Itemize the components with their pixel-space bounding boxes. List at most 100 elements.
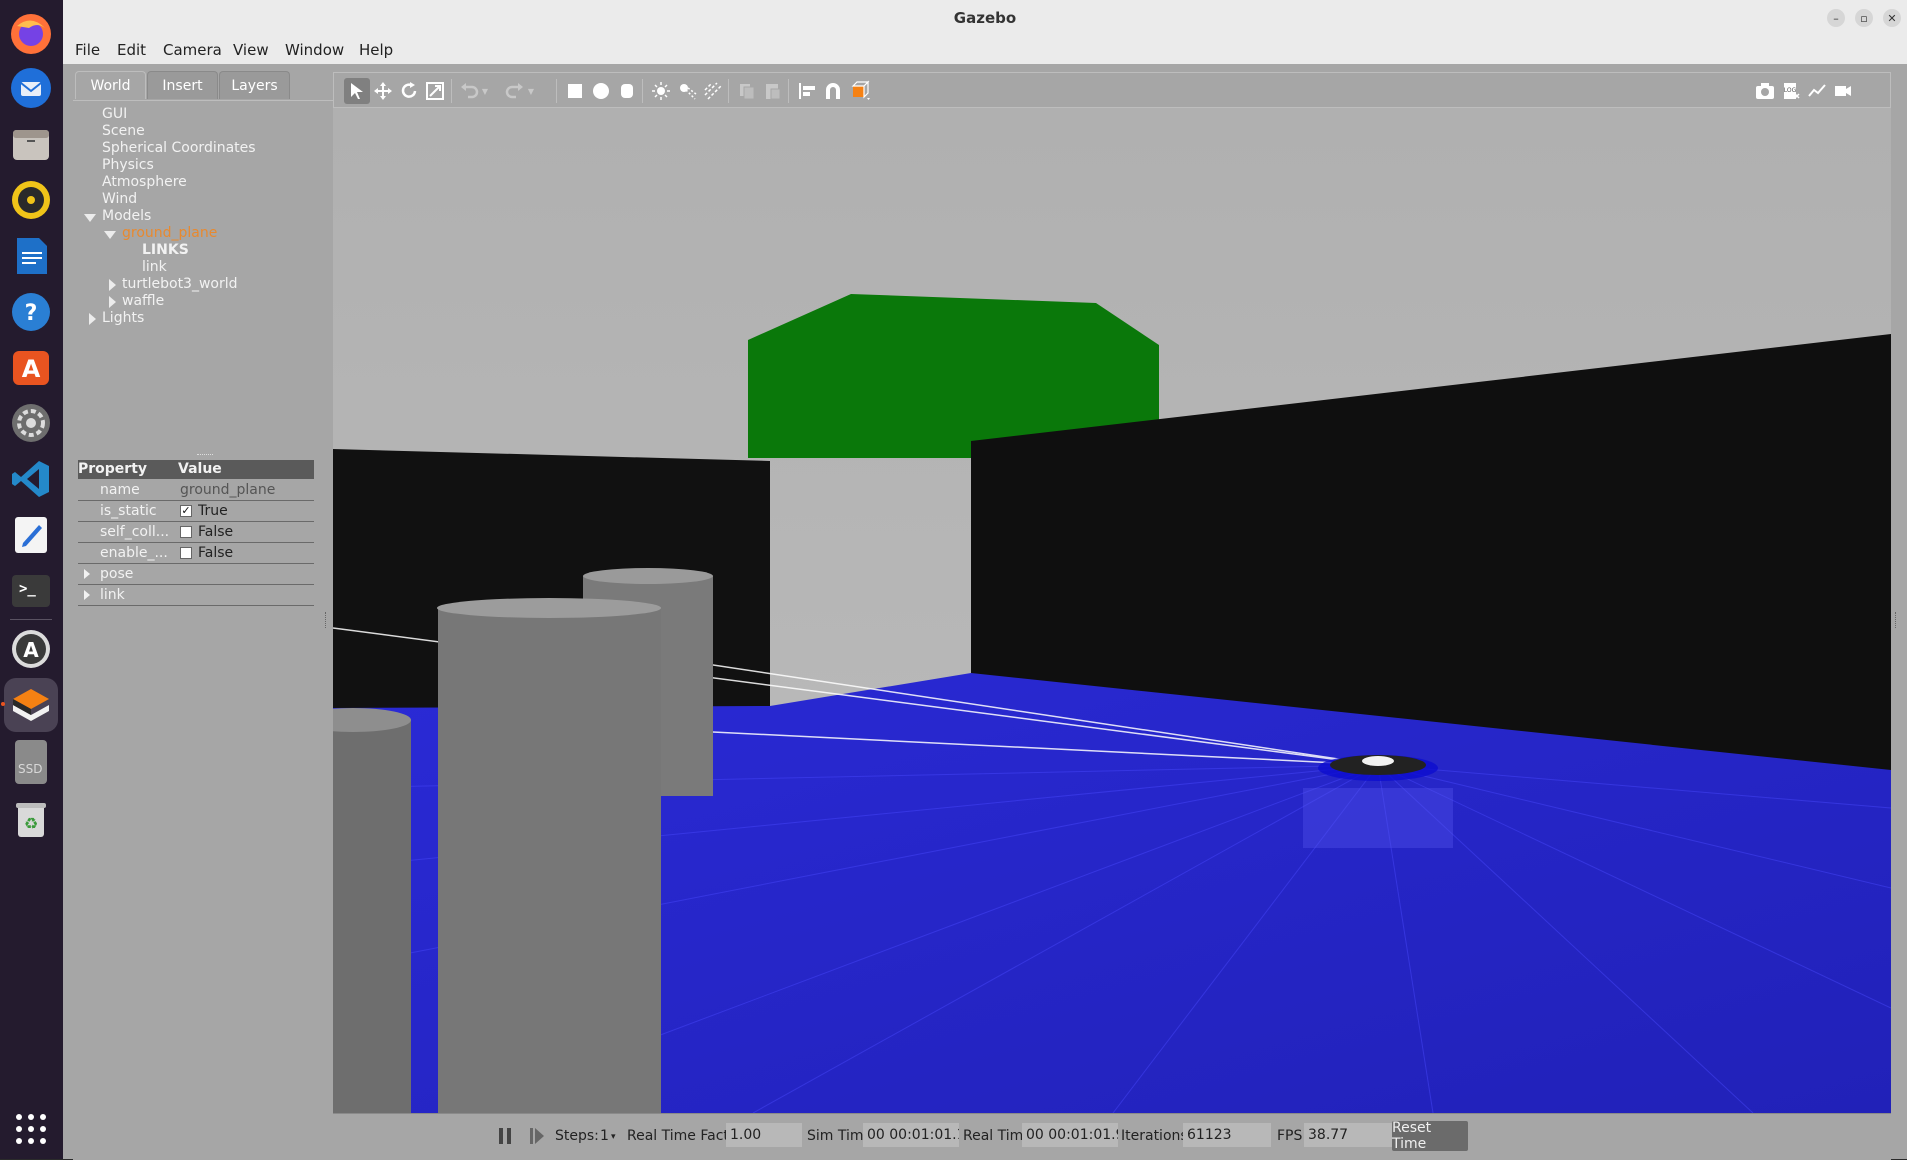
- files-icon[interactable]: [7, 120, 55, 168]
- splitter-handle[interactable]: [197, 454, 213, 457]
- menu-window[interactable]: Window: [285, 41, 344, 59]
- tree-item-turtlebot3-world[interactable]: turtlebot3_world: [122, 276, 238, 292]
- log-button[interactable]: LOG: [1778, 78, 1804, 104]
- menu-file[interactable]: File: [75, 41, 100, 59]
- text-editor-icon[interactable]: [7, 511, 55, 559]
- expand-waffle-icon[interactable]: [109, 296, 116, 308]
- tree-item-physics[interactable]: Physics: [102, 157, 154, 173]
- property-row[interactable]: self_coll... False: [78, 523, 314, 543]
- property-column-header: Property: [78, 461, 148, 477]
- expand-pose-icon[interactable]: [84, 569, 90, 579]
- insert-sphere-button[interactable]: [588, 78, 614, 104]
- screenshot-button[interactable]: [1752, 78, 1778, 104]
- undo-history-dropdown[interactable]: ▼: [478, 78, 492, 104]
- tree-item-lights[interactable]: Lights: [102, 310, 144, 326]
- change-view-button[interactable]: [848, 78, 874, 104]
- expand-turtlebot3-world-icon[interactable]: [109, 279, 116, 291]
- svg-text:A: A: [23, 638, 39, 662]
- scale-mode-button[interactable]: [422, 78, 448, 104]
- trash-icon[interactable]: ♻: [7, 795, 55, 843]
- tab-insert[interactable]: Insert: [147, 71, 218, 99]
- spot-light-button[interactable]: [674, 78, 700, 104]
- expand-lights-icon[interactable]: [89, 313, 96, 325]
- property-row[interactable]: is_static ✓ True: [78, 502, 314, 522]
- expand-ground-plane-icon[interactable]: [104, 231, 116, 239]
- plot-button[interactable]: [1804, 78, 1830, 104]
- writer-icon[interactable]: [7, 232, 55, 280]
- menu-help[interactable]: Help: [359, 41, 393, 59]
- tree-item-link[interactable]: link: [142, 259, 167, 275]
- align-button[interactable]: [794, 78, 820, 104]
- minimize-button[interactable]: –: [1827, 9, 1845, 27]
- steps-value[interactable]: 1: [600, 1128, 609, 1144]
- panel-splitter[interactable]: [325, 612, 328, 628]
- property-group-link[interactable]: link: [78, 586, 314, 606]
- reset-time-button[interactable]: Reset Time: [1392, 1120, 1468, 1152]
- property-value: True: [198, 503, 228, 519]
- help-icon[interactable]: ?: [7, 288, 55, 336]
- insert-cylinder-button[interactable]: [614, 78, 640, 104]
- 3d-viewport[interactable]: [333, 108, 1891, 1113]
- redo-history-dropdown[interactable]: ▼: [524, 78, 538, 104]
- tree-item-wind[interactable]: Wind: [102, 191, 137, 207]
- ssd-drive-icon[interactable]: SSD: [7, 738, 55, 786]
- tab-world[interactable]: World: [75, 71, 146, 99]
- iterations-label: Iterations:: [1121, 1128, 1193, 1144]
- thunderbird-icon[interactable]: [7, 64, 55, 112]
- vscode-icon[interactable]: [7, 455, 55, 503]
- self-collide-checkbox[interactable]: [180, 526, 192, 538]
- enable-wind-checkbox[interactable]: [180, 547, 192, 559]
- expand-link-icon[interactable]: [84, 590, 90, 600]
- menu-camera[interactable]: Camera: [163, 41, 222, 59]
- select-mode-button[interactable]: [344, 78, 370, 104]
- close-button[interactable]: ✕: [1883, 9, 1901, 27]
- software-updater-icon[interactable]: A: [7, 625, 55, 673]
- value-column-header: Value: [178, 461, 222, 477]
- tree-item-spherical-coordinates[interactable]: Spherical Coordinates: [102, 140, 256, 156]
- real-time-field: 00 00:01:01.924: [1022, 1123, 1118, 1147]
- app-center-icon[interactable]: A: [7, 343, 55, 391]
- title-bar[interactable]: Gazebo – ▫ ✕: [63, 0, 1907, 37]
- menu-view[interactable]: View: [233, 41, 269, 59]
- property-row[interactable]: name ground_plane: [78, 481, 314, 501]
- toolbar-separator: [556, 79, 557, 103]
- translate-mode-button[interactable]: [370, 78, 396, 104]
- snap-button[interactable]: [820, 78, 846, 104]
- menu-edit[interactable]: Edit: [117, 41, 146, 59]
- steps-dropdown-icon[interactable]: ▾: [611, 1132, 616, 1142]
- tree-item-models[interactable]: Models: [102, 208, 151, 224]
- tree-item-atmosphere[interactable]: Atmosphere: [102, 174, 187, 190]
- is-static-checkbox[interactable]: ✓: [180, 505, 192, 517]
- point-light-button[interactable]: [648, 78, 674, 104]
- maximize-button[interactable]: ▫: [1855, 9, 1873, 27]
- pause-button[interactable]: [497, 1127, 513, 1145]
- gazebo-icon[interactable]: [7, 681, 55, 729]
- property-group-pose[interactable]: pose: [78, 565, 314, 585]
- expand-models-icon[interactable]: [84, 214, 96, 222]
- property-row[interactable]: enable_... False: [78, 544, 314, 564]
- tree-item-scene[interactable]: Scene: [102, 123, 145, 139]
- toolbar-separator: [451, 79, 452, 103]
- settings-icon[interactable]: [7, 399, 55, 447]
- tab-layers[interactable]: Layers: [219, 71, 290, 99]
- terminal-icon[interactable]: >_: [7, 567, 55, 615]
- show-applications-icon[interactable]: [7, 1105, 55, 1153]
- right-splitter[interactable]: [1895, 612, 1898, 628]
- firefox-icon[interactable]: [7, 10, 55, 58]
- directional-light-button[interactable]: [700, 78, 726, 104]
- viewport-toolbar: ▼ ▼ LOG: [333, 72, 1891, 108]
- toolbar-separator: [642, 79, 643, 103]
- running-indicator: [1, 702, 5, 706]
- record-video-button[interactable]: [1830, 78, 1856, 104]
- rhythmbox-icon[interactable]: [7, 176, 55, 224]
- rotate-mode-button[interactable]: [396, 78, 422, 104]
- tree-item-ground-plane[interactable]: ground_plane: [122, 225, 217, 241]
- paste-button[interactable]: [760, 78, 786, 104]
- tree-item-waffle[interactable]: waffle: [122, 293, 164, 309]
- tree-item-gui[interactable]: GUI: [102, 106, 127, 122]
- iterations-field: 61123: [1183, 1123, 1271, 1147]
- step-button[interactable]: [529, 1127, 545, 1145]
- arrow-cursor-icon: [351, 83, 363, 99]
- copy-button[interactable]: [734, 78, 760, 104]
- insert-box-button[interactable]: [562, 78, 588, 104]
